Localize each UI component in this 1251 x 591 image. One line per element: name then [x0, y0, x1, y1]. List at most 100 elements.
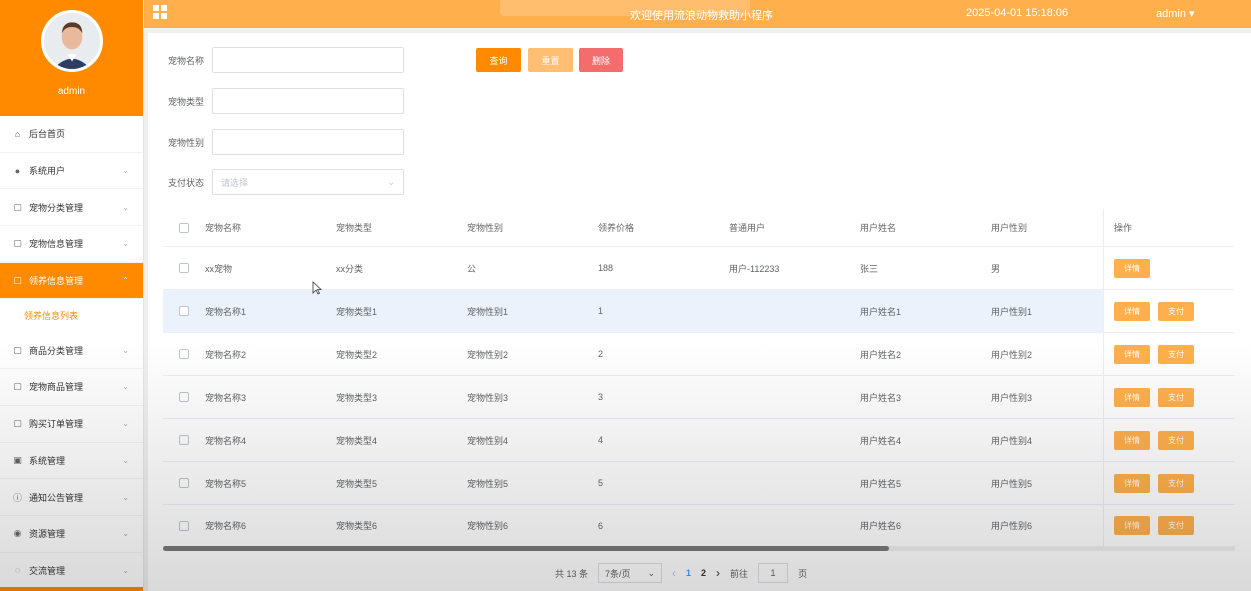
row-checkbox[interactable] [179, 478, 189, 488]
header-title: 欢迎使用流浪动物救助小程序 [630, 10, 773, 22]
column-header-user: 普通用户 [729, 223, 766, 233]
sidebar-item-home[interactable]: ⌂ 后台首页 [0, 116, 143, 153]
avatar [40, 10, 103, 72]
sidebar-item-label: 商品分类管理 [29, 345, 84, 356]
cell-pet-type: 宠物类型6 [336, 521, 378, 531]
pay-button[interactable]: 支付 [1158, 301, 1194, 321]
row-checkbox-cell [163, 478, 205, 488]
pet-type-input[interactable] [212, 88, 404, 114]
page-size-select[interactable]: 7条/页 ⌄ [598, 563, 663, 583]
cell-price: 1 [598, 306, 604, 316]
cell-price: 4 [598, 435, 604, 445]
mouse-cursor-icon [312, 281, 322, 295]
sidebar-item-product-category[interactable]: ▢ 商品分类管理 ⌄ [0, 332, 143, 370]
pet-name-input[interactable] [212, 47, 404, 73]
cell-actions: 详情 支付 [1103, 505, 1235, 546]
pay-button[interactable]: 支付 [1158, 430, 1194, 450]
table-row: 宠物名称5 宠物类型5 宠物性别5 5 用户姓名5 用户性别5 详情 支付 [163, 462, 1235, 505]
sidebar-item-pet-products[interactable]: ▢ 宠物商品管理 ⌄ [0, 369, 143, 406]
sidebar-subitem-adoption-list[interactable]: 领养信息列表 [0, 299, 143, 333]
pet-type-row: 宠物类型 [148, 88, 404, 114]
query-button[interactable]: 查询 [476, 48, 521, 72]
pay-button[interactable]: 支付 [1158, 516, 1194, 535]
page-1-button[interactable]: 1 [686, 568, 691, 578]
pay-status-select[interactable]: 请选择 ⌄ [212, 169, 404, 195]
cell-actions: 详情 支付 [1103, 290, 1235, 332]
sidebar-item-communication[interactable]: ◌ 交流管理 ⌄ [0, 553, 143, 590]
sidebar-item-label: 资源管理 [29, 529, 66, 540]
reset-button[interactable]: 重置 [528, 48, 573, 72]
pet-type-label: 宠物类型 [167, 96, 204, 107]
delete-button[interactable]: 删除 [579, 48, 623, 72]
user-menu-dropdown[interactable]: admin ▾ [1156, 7, 1195, 20]
cell-user-gender: 用户性别3 [991, 392, 1033, 403]
pet-gender-label: 宠物性别 [167, 137, 204, 148]
sidebar-item-adoption-info[interactable]: ▢ 领养信息管理 ⌃ [0, 262, 143, 300]
sidebar-item-label: 交流管理 [29, 565, 66, 576]
sidebar-item-resources[interactable]: ◉ 资源管理 ⌄ [0, 516, 143, 553]
page-2-button[interactable]: 2 [701, 568, 706, 578]
chevron-down-icon: ⌄ [647, 567, 656, 578]
table-row: 宠物名称4 宠物类型4 宠物性别4 4 用户姓名4 用户性别4 详情 支付 [163, 419, 1235, 462]
detail-button[interactable]: 详情 [1114, 387, 1150, 407]
row-checkbox-cell [163, 349, 205, 359]
sidebar-item-system-users[interactable]: ● 系统用户 ⌄ [0, 153, 143, 190]
table-row: 宠物名称1 宠物类型1 宠物性别1 1 用户姓名1 用户性别1 详情 支付 [163, 290, 1235, 333]
cell-pet-gender: 宠物性别3 [467, 392, 509, 403]
cell-actions: 详情 [1103, 247, 1235, 289]
chevron-down-icon: ⌄ [122, 455, 129, 465]
select-all-checkbox-cell [163, 222, 205, 233]
next-page-button[interactable]: › [716, 566, 720, 580]
pagination: 共 13 条 7条/页 ⌄ ‹ 1 2 › 前往 1 页 [555, 563, 807, 583]
detail-button[interactable]: 详情 [1114, 301, 1150, 321]
row-checkbox[interactable] [179, 263, 189, 273]
goto-page-input[interactable]: 1 [758, 563, 789, 583]
pay-button[interactable]: 支付 [1158, 387, 1194, 407]
cell-user-gender: 用户性别1 [991, 306, 1033, 317]
cell-pet-gender: 宠物性别1 [467, 306, 509, 317]
detail-button[interactable]: 详情 [1114, 258, 1150, 278]
detail-button[interactable]: 详情 [1114, 344, 1150, 364]
goto-label: 前往 [730, 568, 749, 579]
cell-user-gender: 用户性别4 [991, 435, 1033, 446]
pay-button[interactable]: 支付 [1158, 473, 1194, 493]
sidebar-item-orders[interactable]: ▢ 购买订单管理 ⌄ [0, 406, 143, 443]
column-header-user-name: 用户姓名 [860, 223, 897, 233]
page-size-value: 7条/页 [605, 568, 631, 579]
row-checkbox[interactable] [179, 306, 189, 316]
row-checkbox[interactable] [179, 435, 189, 445]
scrollbar-thumb[interactable] [163, 546, 889, 551]
detail-button[interactable]: 详情 [1114, 473, 1150, 493]
cell-user-name: 张三 [860, 263, 879, 274]
row-checkbox[interactable] [179, 392, 189, 402]
table-horizontal-scrollbar[interactable] [163, 546, 1235, 551]
row-checkbox[interactable] [179, 520, 189, 531]
sidebar-item-pet-info[interactable]: ▢ 宠物信息管理 ⌄ [0, 226, 143, 263]
detail-button[interactable]: 详情 [1114, 430, 1150, 450]
pagination-total: 共 13 条 [555, 568, 589, 579]
prev-page-button[interactable]: ‹ [672, 566, 676, 580]
sidebar-item-notices[interactable]: ⓘ 通知公告管理 ⌄ [0, 479, 143, 516]
detail-button[interactable]: 详情 [1114, 516, 1150, 535]
folder-icon: ▢ [13, 238, 22, 249]
folder-icon: ▢ [13, 201, 22, 212]
grid-menu-icon[interactable] [153, 5, 167, 19]
folder-icon: ▢ [13, 418, 22, 429]
sidebar-item-label: 宠物信息管理 [29, 239, 84, 250]
pay-button[interactable]: 支付 [1158, 344, 1194, 364]
cell-price: 2 [598, 349, 604, 359]
row-checkbox[interactable] [179, 349, 189, 359]
chevron-down-icon: ⌄ [122, 345, 129, 355]
sidebar-item-system-management[interactable]: ▣ 系统管理 ⌄ [0, 443, 143, 480]
sidebar-item-label: 购买订单管理 [29, 419, 84, 430]
cell-pet-type: 宠物类型3 [336, 392, 378, 403]
chevron-down-icon: ⌄ [122, 492, 129, 502]
table-header-row: 宠物名称 宠物类型 宠物性别 领养价格 普通用户 用户姓名 用户性别 操作 [163, 209, 1235, 247]
cell-user-name: 用户姓名3 [860, 392, 902, 403]
sidebar-menu: ⌂ 后台首页 ● 系统用户 ⌄ ▢ 宠物分类管理 ⌄ ▢ 宠物信息管理 ⌄ ▢ … [0, 116, 143, 590]
page-suffix-label: 页 [798, 568, 808, 579]
select-all-checkbox[interactable] [179, 222, 189, 233]
sidebar-item-label: 系统管理 [29, 455, 66, 466]
pet-gender-input[interactable] [212, 129, 404, 155]
sidebar-item-pet-category[interactable]: ▢ 宠物分类管理 ⌄ [0, 189, 143, 227]
